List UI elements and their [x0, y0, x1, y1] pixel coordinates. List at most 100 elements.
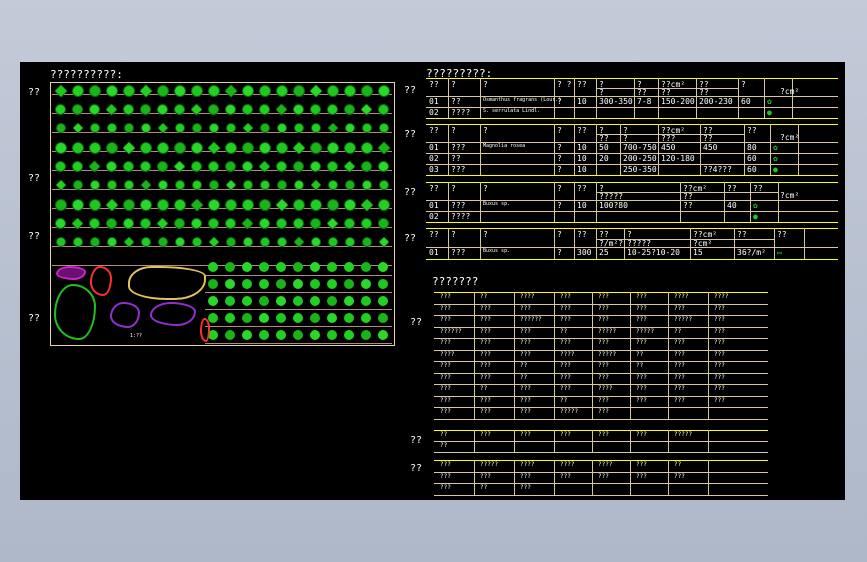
plant-symbol	[327, 237, 338, 247]
list-cell: ???	[440, 339, 451, 346]
table-label-1: ??	[404, 85, 417, 96]
grid-line	[205, 309, 222, 310]
legend-label-4: ??	[28, 313, 41, 324]
list-cell: ?????	[560, 408, 579, 415]
plant-symbol	[156, 142, 169, 154]
plant-symbol	[139, 142, 152, 154]
grid-line	[256, 343, 273, 344]
plant-symbol	[121, 141, 136, 155]
table-cell: 10	[577, 153, 587, 163]
plant-symbol	[259, 123, 270, 133]
plant-symbol	[378, 330, 388, 340]
plant-symbol	[292, 199, 305, 211]
list-cell: ???	[520, 472, 531, 480]
table-column-line	[596, 124, 597, 175]
plant-symbol	[377, 85, 390, 97]
table-header-cell: ? ?	[557, 80, 572, 89]
table-bottom-line	[426, 259, 838, 261]
table-cell: 02	[429, 107, 439, 117]
table-header-cell: ??	[429, 184, 439, 193]
plant-symbol	[293, 161, 304, 172]
list-cell: ???	[440, 484, 451, 491]
table-column-line	[620, 124, 621, 175]
plant-symbol	[327, 330, 337, 340]
plant-symbol	[208, 123, 219, 133]
plant-symbol	[293, 296, 303, 306]
list-cell: ???	[440, 396, 451, 404]
shrub-outline-magenta	[56, 266, 86, 280]
plant-symbol	[156, 199, 169, 211]
table-cell: ????	[451, 211, 471, 221]
table-cell: ??4???	[703, 164, 732, 174]
plant-symbol	[378, 161, 389, 172]
table-cell: ●	[773, 164, 778, 174]
shrub-outline-purple	[110, 302, 140, 328]
list-cell: ???	[480, 316, 491, 323]
table-cell: 01	[429, 200, 439, 210]
plant-symbol	[72, 180, 83, 190]
plant-symbol	[157, 180, 168, 190]
list-cell: ?????	[636, 327, 655, 335]
list-cell: ???	[520, 327, 531, 335]
table-cell: ???	[451, 142, 466, 152]
table-subheader-cell: ???	[661, 133, 676, 143]
plant-symbol	[310, 237, 321, 247]
plant-symbol	[293, 279, 303, 289]
plant-symbol	[361, 218, 372, 229]
grid-line	[256, 309, 273, 310]
plant-symbol	[327, 262, 337, 272]
plant-symbol	[106, 123, 117, 133]
plant-symbol	[89, 123, 100, 133]
grid-line	[52, 132, 392, 133]
grid-line	[307, 326, 324, 327]
plant-symbol	[242, 330, 252, 340]
list-cell: ???	[440, 385, 451, 392]
table-cell: ✿	[773, 142, 778, 152]
list-row-line	[434, 441, 768, 442]
table-subheader-cell: ??	[661, 87, 671, 97]
grid-line	[375, 292, 392, 293]
table-header-cell: ?	[451, 80, 456, 89]
list-column-line	[630, 460, 631, 495]
grid-line	[239, 309, 256, 310]
plant-symbol	[53, 84, 68, 98]
list-cell: ????	[560, 350, 575, 358]
plant-symbol	[310, 330, 320, 340]
table-column-line	[574, 78, 575, 118]
table-subheader-cell: ?	[623, 133, 628, 143]
list-cell: ??	[674, 327, 682, 335]
plant-symbol	[241, 199, 254, 211]
plant-symbol	[275, 142, 288, 154]
list-cell: ????	[598, 385, 613, 392]
plant-symbol	[291, 141, 306, 155]
grid-line	[324, 343, 341, 344]
table-cell: ✿	[767, 96, 772, 106]
plant-symbol	[89, 180, 100, 190]
plant-symbol	[293, 330, 303, 340]
plant-symbol	[276, 161, 287, 172]
grid-line	[52, 113, 392, 114]
table-cell: Buxus sp.	[483, 248, 511, 255]
table-column-line	[750, 182, 751, 222]
list-cell: ???	[480, 431, 491, 438]
list-cell: ???	[560, 293, 571, 300]
cad-drawing-canvas[interactable]: ??????????: ?? ?? ?? ?? 1:?? ?????????: …	[20, 62, 845, 500]
plant-symbol	[259, 218, 270, 229]
list-cell: ?????	[598, 327, 617, 335]
species-list: ????????????????????????????????????????…	[434, 292, 768, 420]
list-cell: ???	[636, 339, 647, 346]
table-cell: 10	[577, 96, 587, 106]
table-column-line	[554, 182, 555, 222]
plant-symbol	[225, 262, 235, 272]
table-cell: 10	[577, 142, 587, 152]
list-column-line	[474, 460, 475, 495]
list-cell: ???	[674, 339, 685, 346]
plant-symbol	[276, 262, 286, 272]
list-cell: ????	[520, 461, 535, 468]
legend-label-3: ??	[28, 231, 41, 242]
table-label-2: ??	[404, 129, 417, 140]
shrub-outline-yellow	[128, 266, 206, 300]
list-cell: ???	[520, 431, 531, 438]
plant-symbol	[361, 279, 371, 289]
list-cell: ???	[480, 350, 491, 358]
